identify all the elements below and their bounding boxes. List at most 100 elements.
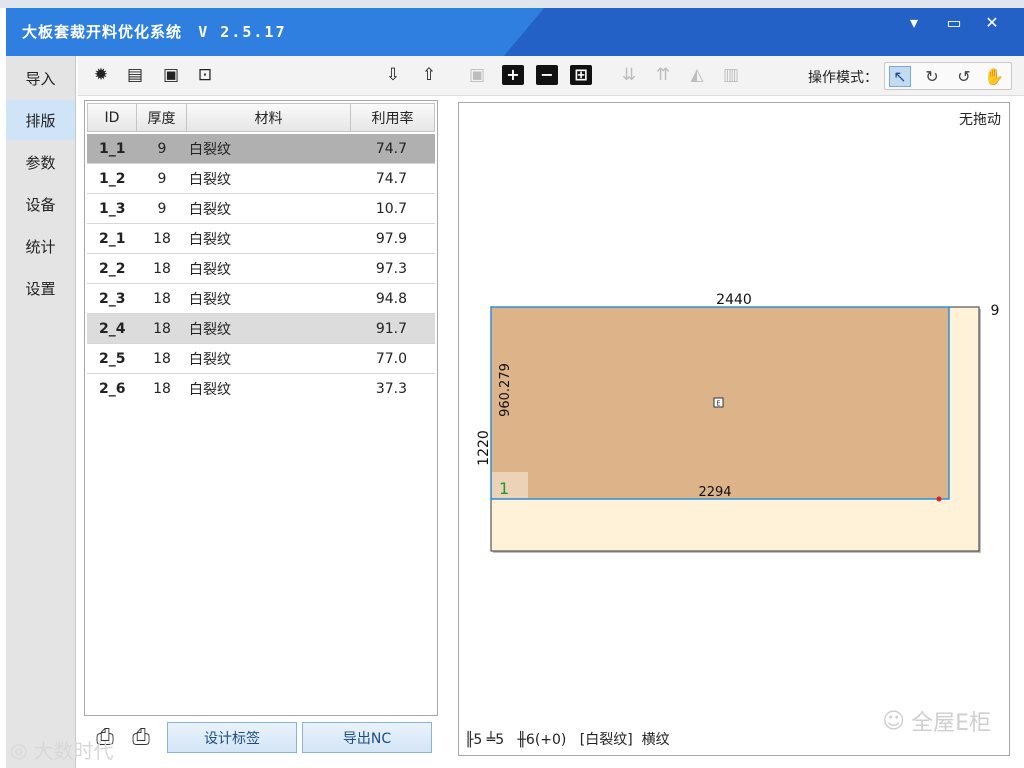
row-utilization: 97.9: [375, 230, 407, 247]
column-header-utilization[interactable]: 利用率: [351, 103, 435, 132]
row-material: 白裂纹: [189, 231, 231, 248]
add-box-icon[interactable]: ⊞: [570, 65, 592, 85]
table-row[interactable]: 1_2 9 白裂纹 74.7: [87, 164, 435, 194]
search-doc-icon[interactable]: ⊡: [194, 65, 216, 85]
nav-label: 统计: [25, 237, 56, 256]
image-icon[interactable]: ▣: [160, 65, 182, 85]
watermark-right: ☺ 全屋E柜: [882, 705, 991, 737]
chart-icon[interactable]: ◭: [686, 65, 708, 85]
table-row[interactable]: 2_6 18 白裂纹 37.3: [87, 374, 435, 404]
row-thickness: 9: [157, 170, 167, 187]
layers-icon[interactable]: ▤: [124, 65, 146, 85]
thickness-label: 9: [991, 303, 1000, 319]
row-material: 白裂纹: [189, 141, 231, 158]
column-header-id[interactable]: ID: [87, 103, 137, 132]
status-bar: ╟5 ╧5 ╫6(+0) [白裂纹] 横纹: [465, 729, 670, 749]
rotate-cw-icon[interactable]: ↻: [921, 66, 943, 87]
row-thickness: 18: [153, 350, 171, 367]
row-thickness: 9: [157, 200, 167, 217]
save-icon[interactable]: ▣: [466, 65, 488, 85]
nav-item-import[interactable]: 导入: [6, 58, 75, 98]
title-bar: 大板套裁开料优化系统 V 2.5.17 ▾ ▭ ✕: [6, 8, 1024, 56]
align-top-icon[interactable]: ⇈: [652, 65, 674, 85]
operation-mode-group: ↖ ↻ ↺ ✋: [884, 62, 1012, 90]
column-header-material[interactable]: 材料: [187, 103, 351, 132]
import-icon[interactable]: ⇩: [382, 65, 404, 85]
export-icon[interactable]: ⇧: [418, 65, 440, 85]
row-id: 2_2: [99, 260, 126, 277]
row-thickness: 18: [153, 320, 171, 337]
row-material: 白裂纹: [189, 351, 231, 368]
layout-canvas[interactable]: 无拖动 E 2440 9 1220 960.279 2294 1 ╟5 ╧5 ╫…: [458, 102, 1010, 756]
left-nav: 导入 排版 参数 设备 统计 设置: [6, 56, 76, 768]
status-grain: 横纹: [641, 732, 670, 748]
row-id: 1_1: [99, 140, 126, 157]
select-icon[interactable]: ↖: [889, 66, 911, 87]
row-id: 1_2: [99, 170, 126, 187]
export-nc-button[interactable]: 导出NC: [302, 722, 432, 753]
toolbar: ✹ ▤ ▣ ⊡ ⇩ ⇧ ▣ + − ⊞ ⇊ ⇈ ◭ ▥ 操作模式： ↖ ↻ ↺ …: [78, 56, 1024, 96]
add-icon[interactable]: +: [502, 65, 524, 85]
table-row[interactable]: 2_4 18 白裂纹 91.7: [87, 314, 435, 344]
table-header: ID 厚度 材料 利用率: [87, 103, 435, 132]
row-id: 2_5: [99, 350, 126, 367]
remove-icon[interactable]: −: [536, 65, 558, 85]
status-b: ╧5: [486, 732, 505, 748]
minimize-button[interactable]: ▾: [896, 8, 932, 36]
rotate-ccw-icon[interactable]: ↺: [953, 66, 975, 87]
row-utilization: 10.7: [375, 200, 407, 217]
nav-item-layout[interactable]: 排版: [6, 100, 75, 140]
row-id: 2_1: [99, 230, 126, 247]
row-id: 2_6: [99, 381, 126, 397]
gear-icon[interactable]: ✹: [90, 65, 112, 85]
row-id: 1_3: [99, 200, 126, 217]
nav-label: 参数: [25, 153, 56, 172]
minimize-icon: ▾: [909, 12, 919, 32]
hand-icon[interactable]: ✋: [983, 66, 1005, 87]
row-utilization: 74.7: [375, 170, 407, 187]
nav-item-params[interactable]: 参数: [6, 142, 75, 182]
part-width-label: 2294: [698, 485, 731, 500]
background-app-strip: [0, 0, 1024, 8]
watermark-left-text: 大数时代: [33, 739, 114, 763]
print-icon[interactable]: ⎙: [126, 722, 156, 752]
board-height-label: 1220: [476, 430, 492, 466]
row-id: 2_3: [99, 290, 126, 307]
nav-item-stats[interactable]: 统计: [6, 226, 75, 266]
bars-icon[interactable]: ▥: [720, 65, 742, 85]
row-id: 2_4: [99, 320, 126, 337]
table-row[interactable]: 2_2 18 白裂纹 97.3: [87, 254, 435, 284]
nav-item-settings[interactable]: 设置: [6, 268, 75, 308]
status-a: ╟5: [465, 732, 483, 748]
row-thickness: 9: [157, 140, 167, 157]
row-material: 白裂纹: [189, 382, 231, 398]
watermark-left: ◎ 大数时代: [10, 735, 113, 764]
part-label-bg: [492, 472, 528, 498]
table-row[interactable]: 1_3 9 白裂纹 10.7: [87, 194, 435, 224]
app-name: 大板套裁开料优化系统: [22, 23, 183, 41]
table-row[interactable]: 1_1 9 白裂纹 74.7: [87, 134, 435, 164]
part-height-label: 960.279: [498, 363, 513, 417]
column-header-thickness[interactable]: 厚度: [137, 103, 187, 132]
nav-item-devices[interactable]: 设备: [6, 184, 75, 224]
row-material: 白裂纹: [189, 201, 231, 218]
table-row[interactable]: 2_3 18 白裂纹 94.8: [87, 284, 435, 314]
table-row[interactable]: 2_1 18 白裂纹 97.9: [87, 224, 435, 254]
row-material: 白裂纹: [189, 291, 231, 308]
part-number-label: 1: [499, 479, 509, 498]
nav-label: 设备: [25, 195, 56, 214]
nav-label: 设置: [25, 279, 56, 298]
align-bottom-icon[interactable]: ⇊: [618, 65, 640, 85]
nav-label: 导入: [25, 69, 56, 88]
row-utilization: 94.8: [375, 290, 407, 307]
close-button[interactable]: ✕: [974, 8, 1010, 36]
row-thickness: 18: [153, 260, 171, 277]
status-c: ╫6(+0): [517, 732, 567, 748]
row-utilization: 97.3: [375, 260, 407, 277]
row-thickness: 18: [153, 290, 171, 307]
table-row[interactable]: 2_5 18 白裂纹 77.0: [87, 344, 435, 374]
board-list-panel: ID 厚度 材料 利用率 1_1 9 白裂纹 74.7 1_2 9 白裂纹 74…: [84, 100, 438, 716]
maximize-button[interactable]: ▭: [936, 8, 972, 36]
design-label-button[interactable]: 设计标签: [167, 722, 297, 753]
origin-marker: [936, 496, 942, 502]
